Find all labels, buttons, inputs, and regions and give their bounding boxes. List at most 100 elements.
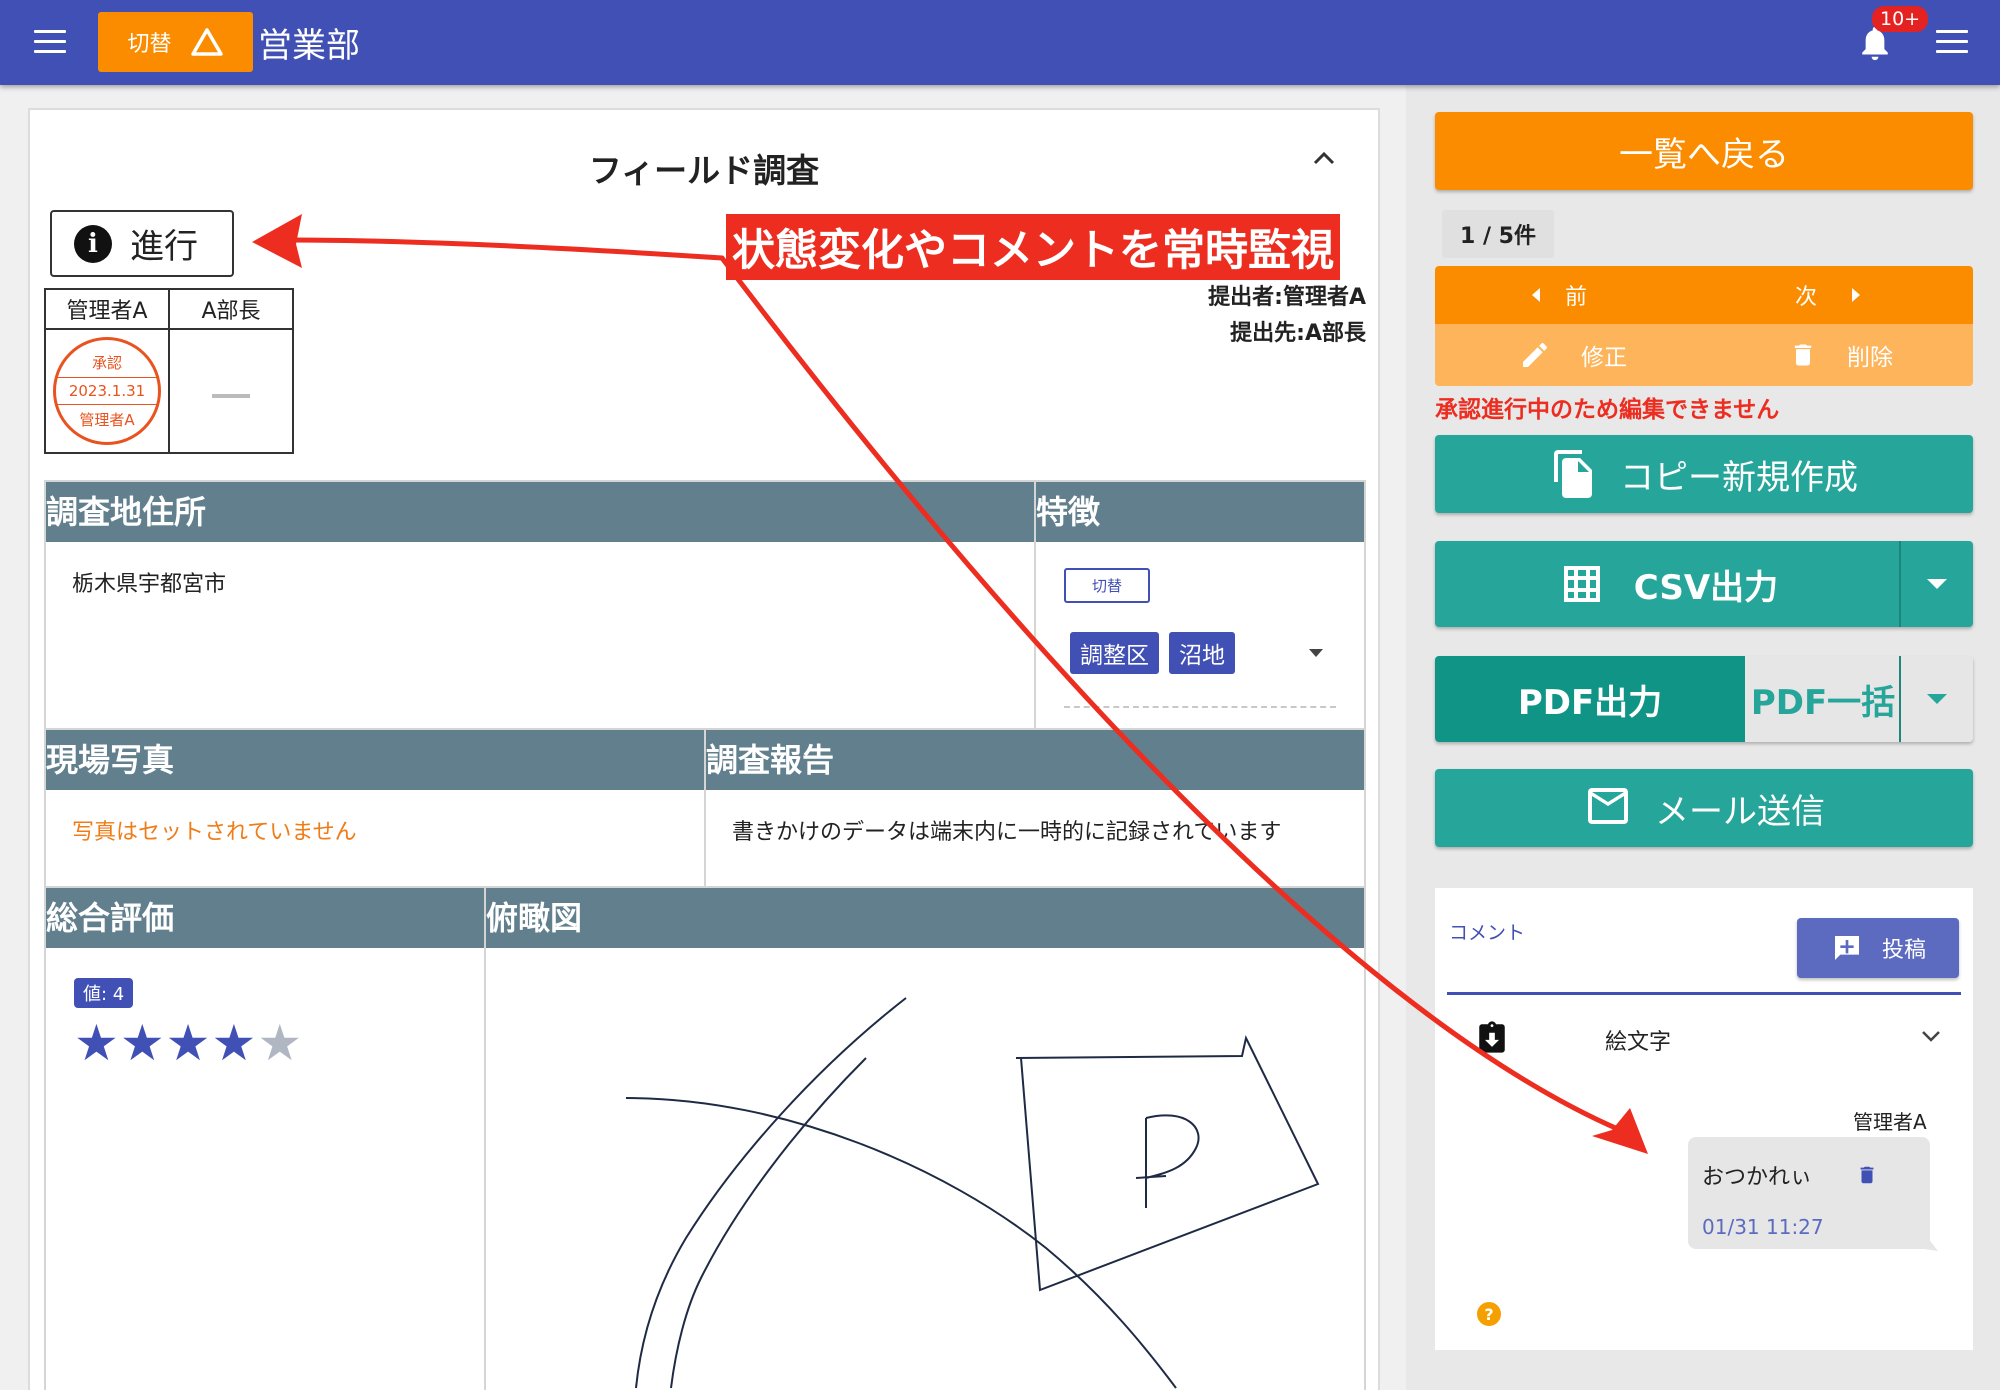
csv-split-button: CSV出力 [1435,541,1973,627]
features-switch-button[interactable]: 切替 [1064,568,1151,603]
page-count: 1 / 5件 [1442,210,1554,258]
pdf-split-button: PDF出力 PDF一括 [1435,656,1973,742]
department-title: 営業部 [258,26,360,66]
comment-author: 管理者A [1853,1110,1927,1134]
feature-tags[interactable]: 調整区 沼地 [1070,632,1245,674]
triangle-icon [190,28,223,56]
report-value: 書きかけのデータは端末内に一時的に記録されています [732,820,1282,845]
pending-dash [212,393,250,398]
delete-button[interactable]: 削除 [1789,324,1893,386]
edit-label: 修正 [1581,345,1627,371]
annotation-label: 状態変化やコメントを常時監視 [726,214,1340,280]
post-label: 投稿 [1881,938,1926,963]
approval-cell-pending [168,328,294,454]
pencil-icon [1523,342,1547,367]
next-label: 次 [1795,285,1818,310]
chevron-up-icon[interactable] [1312,150,1336,166]
menu-icon-right[interactable] [1936,30,1968,54]
info-icon: i [74,224,112,263]
trash-icon[interactable] [1856,1161,1878,1189]
star-icon[interactable]: ★ [120,1014,166,1072]
copy-icon [1554,450,1592,498]
section-photos: 現場写真 写真はセットされていません [44,728,706,888]
star-icon[interactable]: ★ [211,1014,257,1072]
next-button[interactable]: 次 [1795,266,1861,324]
submitter-info: 提出者:管理者A 提出先:A部長 [1208,280,1366,352]
section-address-title: 調査地住所 [46,482,1034,542]
dropdown-arrow-icon[interactable] [1308,648,1324,658]
comment-bubble: おつかれぃ 01/31 11:27 [1688,1137,1938,1251]
submitter: 提出者:管理者A [1208,285,1366,310]
feature-tag[interactable]: 沼地 [1169,632,1235,674]
recipient: 提出先:A部長 [1230,321,1366,346]
form-title: フィールド調査 [588,151,820,190]
status-button[interactable]: i 進行 [50,210,234,277]
post-button[interactable]: 投稿 [1797,918,1959,978]
delete-label: 削除 [1847,345,1893,371]
help-icon[interactable]: ? [1477,1302,1501,1326]
address-value: 栃木県宇都宮市 [72,572,227,597]
switch-button[interactable]: 切替 [98,12,253,72]
status-label: 進行 [130,227,198,267]
menu-icon[interactable] [34,30,66,54]
section-rating-title: 総合評価 [46,888,484,948]
switch-label: 切替 [127,32,172,57]
form-card: フィールド調査 i 進行 管理者A A部長 承認 2023.1.31 管理者A … [28,108,1380,1390]
feature-tag[interactable]: 調整区 [1070,632,1159,674]
pdf-bulk-button[interactable]: PDF一括 [1745,656,1901,742]
pdf-button[interactable]: PDF出力 [1435,656,1745,742]
approval-stamp: 承認 2023.1.31 管理者A [53,337,161,445]
back-to-list-button[interactable]: 一覧へ戻る [1435,112,1973,190]
sketch-canvas[interactable] [486,948,1366,1390]
rating-value-badge: 値: 4 [74,978,134,1008]
emoji-selector[interactable]: 絵文字 [1477,1016,1947,1060]
csv-dropdown-button[interactable] [1901,541,1973,627]
features-underline [1064,706,1336,708]
pdf-dropdown-button[interactable] [1901,656,1973,742]
section-overview: 俯瞰図 [484,886,1366,1390]
trash-icon [1794,344,1812,366]
edit-row: 修正 削除 [1435,324,1973,386]
grid-icon [1563,566,1600,602]
nav-row: 前 次 [1435,266,1973,324]
section-rating: 総合評価 値: 4 ★★★★★ [44,886,486,1390]
comment-text: おつかれぃ [1702,1165,1813,1190]
stamp-top: 承認 [91,354,122,372]
stamp-date: 2023.1.31 [56,377,158,405]
emoji-label: 絵文字 [1605,1030,1672,1055]
comment-label: コメント [1449,922,1526,944]
star-icon[interactable]: ★ [74,1014,120,1072]
csv-label: CSV出力 [1633,567,1779,608]
mail-icon [1588,788,1628,824]
section-features-title: 特徴 [1036,482,1364,542]
copy-new-button[interactable]: コピー新規作成 [1435,435,1973,513]
edit-button[interactable]: 修正 [1519,324,1627,386]
section-report-title: 調査報告 [706,730,1364,790]
comment-time: 01/31 11:27 [1702,1215,1824,1239]
send-mail-button[interactable]: メール送信 [1435,769,1973,847]
edit-warning: 承認進行中のため編集できません [1435,397,1780,423]
app-header: 切替 営業部 10+ [0,0,2000,85]
section-overview-title: 俯瞰図 [486,888,1364,948]
dropdown-arrow-icon [1927,579,1947,589]
chevron-down-icon [1922,1031,1940,1042]
prev-button[interactable]: 前 [1531,266,1587,324]
comment-panel: コメント 投稿 絵文字 管理者A おつかれぃ 01/31 11:27 ? [1435,888,1973,1350]
star-icon[interactable]: ★ [257,1014,303,1072]
approver-header: A部長 [168,288,294,330]
notification-badge: 10+ [1872,6,1929,32]
copy-label: コピー新規作成 [1620,457,1858,498]
comment-input-underline[interactable] [1447,992,1961,995]
dropdown-arrow-icon [1927,694,1947,704]
clipboard-download-icon [1479,1021,1505,1053]
prev-label: 前 [1565,285,1588,310]
caret-right-icon [1852,288,1861,302]
csv-button[interactable]: CSV出力 [1435,541,1901,627]
section-report: 調査報告 書きかけのデータは端末内に一時的に記録されています [704,728,1366,888]
mail-label: メール送信 [1655,791,1825,832]
star-icon[interactable]: ★ [166,1014,212,1072]
photos-empty-text: 写真はセットされていません [72,820,357,845]
approver-header: 管理者A [44,288,170,330]
approval-cell: 承認 2023.1.31 管理者A [44,328,170,454]
star-rating[interactable]: ★★★★★ [74,1014,456,1072]
